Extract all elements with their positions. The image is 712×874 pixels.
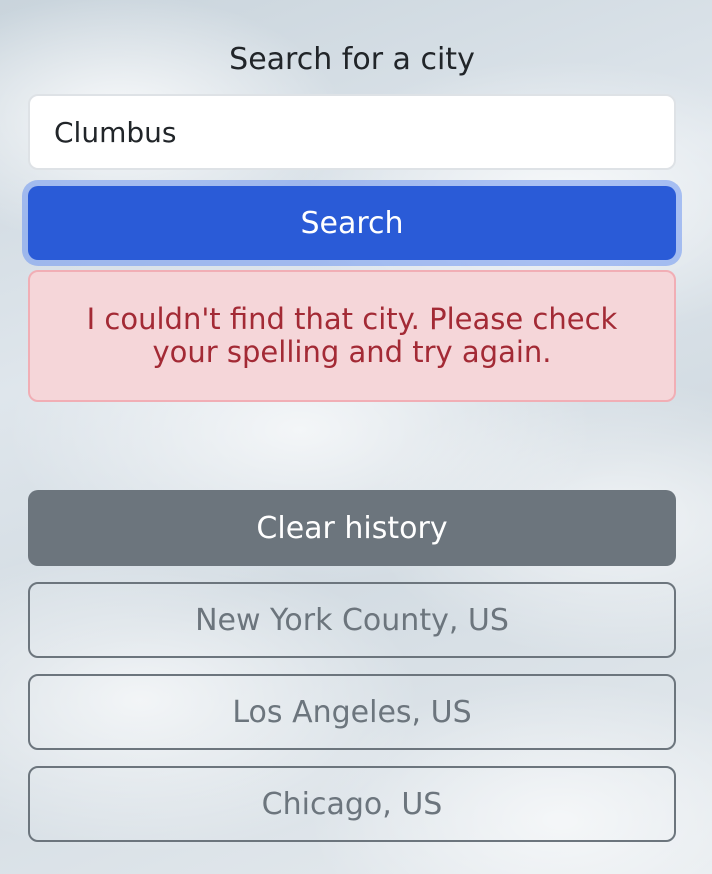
history-item-los-angeles[interactable]: Los Angeles, US	[28, 674, 676, 750]
history-item-new-york[interactable]: New York County, US	[28, 582, 676, 658]
search-button[interactable]: Search	[28, 186, 676, 260]
city-search-input[interactable]	[28, 94, 676, 170]
error-message: I couldn't find that city. Please check …	[86, 302, 618, 369]
history-item-chicago[interactable]: Chicago, US	[28, 766, 676, 842]
error-alert: I couldn't find that city. Please check …	[28, 270, 676, 402]
clear-history-button[interactable]: Clear history	[28, 490, 676, 566]
search-label: Search for a city	[229, 42, 475, 77]
